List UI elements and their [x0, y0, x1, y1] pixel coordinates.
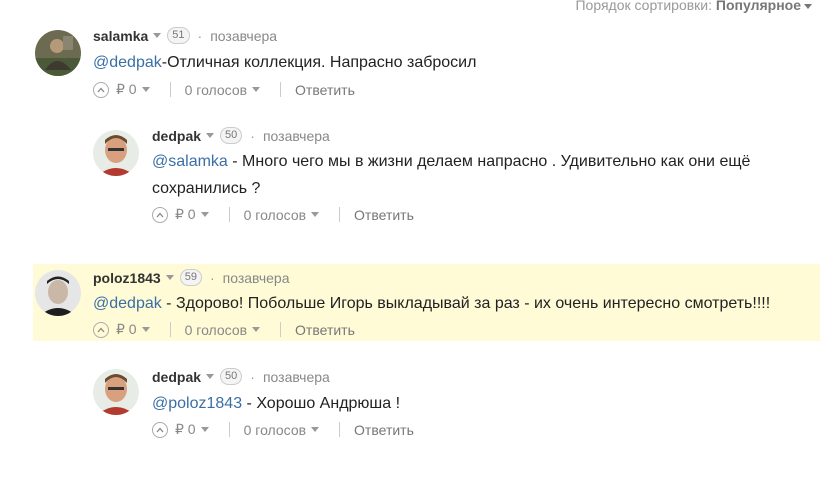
mention-link[interactable]: @dedpak: [93, 54, 162, 71]
comment-body: - Здорово! Побольше Игорь выкладывай за …: [161, 295, 771, 312]
comment-body: - Много чего мы в жизни делаем напрасно …: [152, 153, 751, 197]
votes-count[interactable]: 0 голосов: [185, 82, 247, 98]
rating-badge: 51: [167, 27, 190, 44]
separator-dot: ·: [250, 127, 255, 144]
chevron-down-icon[interactable]: [206, 374, 215, 379]
divider: [280, 82, 282, 97]
chevron-down-icon[interactable]: [165, 275, 174, 280]
upvote-icon[interactable]: [152, 421, 168, 438]
comment-text: @poloz1843 - Хорошо Андрюша !: [152, 390, 400, 417]
comment-text: @salamka - Много чего мы в жизни делаем …: [152, 148, 792, 202]
divider: [339, 422, 341, 437]
author-name[interactable]: poloz1843: [93, 270, 161, 286]
separator-dot: ·: [197, 27, 203, 44]
chevron-down-icon[interactable]: [311, 427, 320, 432]
avatar[interactable]: [93, 130, 139, 176]
chevron-down-icon[interactable]: [311, 212, 320, 217]
upvote-icon[interactable]: [152, 206, 168, 223]
comment-body: - Хорошо Андрюша !: [242, 395, 401, 412]
chevron-down-icon[interactable]: [200, 427, 209, 432]
divider: [169, 82, 171, 97]
comment-text: @dedpak-Отличная коллекция. Напрасно заб…: [93, 49, 476, 76]
timestamp[interactable]: позавчера: [263, 128, 330, 144]
mention-link[interactable]: @dedpak: [93, 295, 162, 312]
avatar[interactable]: [35, 30, 81, 76]
divider: [169, 322, 171, 337]
comment: salamka 51 · позавчера @dedpak-Отличная …: [0, 0, 820, 110]
donation-amount[interactable]: ₽ 0: [116, 321, 137, 338]
donation-amount[interactable]: ₽ 0: [116, 81, 137, 98]
chevron-down-icon[interactable]: [141, 87, 150, 92]
comment-body: -Отличная коллекция. Напрасно забросил: [161, 54, 477, 71]
divider: [228, 422, 230, 437]
upvote-icon[interactable]: [93, 81, 109, 98]
donation-amount[interactable]: ₽ 0: [175, 421, 196, 438]
chevron-down-icon[interactable]: [206, 133, 215, 138]
separator-dot: ·: [250, 368, 255, 385]
divider: [339, 207, 341, 222]
comment-reply: dedpak 50 · позавчера @poloz1843 - Хорош…: [0, 355, 820, 465]
chevron-down-icon[interactable]: [200, 212, 209, 217]
reply-button[interactable]: Ответить: [295, 322, 355, 338]
chevron-down-icon[interactable]: [141, 327, 150, 332]
reply-button[interactable]: Ответить: [354, 422, 414, 438]
avatar[interactable]: [93, 369, 139, 415]
separator-dot: ·: [209, 269, 215, 286]
reply-button[interactable]: Ответить: [354, 207, 414, 223]
author-name[interactable]: dedpak: [152, 369, 201, 385]
avatar[interactable]: [35, 270, 81, 316]
chevron-down-icon[interactable]: [252, 327, 261, 332]
chevron-down-icon[interactable]: [153, 33, 162, 38]
votes-count[interactable]: 0 голосов: [185, 322, 247, 338]
rating-badge: 50: [220, 127, 243, 144]
rating-badge: 59: [179, 269, 202, 286]
votes-count[interactable]: 0 голосов: [244, 207, 306, 223]
upvote-icon[interactable]: [93, 321, 109, 338]
reply-button[interactable]: Ответить: [295, 82, 355, 98]
votes-count[interactable]: 0 голосов: [244, 422, 306, 438]
divider: [228, 207, 230, 222]
timestamp[interactable]: позавчера: [210, 28, 277, 44]
mention-link[interactable]: @salamka: [152, 153, 228, 170]
donation-amount[interactable]: ₽ 0: [175, 206, 196, 223]
comment-reply: dedpak 50 · позавчера @salamka - Много ч…: [0, 110, 820, 260]
comment-text: @dedpak - Здорово! Побольше Игорь выклад…: [93, 290, 770, 317]
divider: [280, 322, 282, 337]
rating-badge: 50: [220, 368, 243, 385]
timestamp[interactable]: позавчера: [263, 369, 330, 385]
comment-highlighted: poloz1843 59 · позавчера @dedpak - Здоро…: [33, 264, 820, 341]
timestamp[interactable]: позавчера: [223, 270, 290, 286]
author-name[interactable]: dedpak: [152, 128, 201, 144]
mention-link[interactable]: @poloz1843: [152, 395, 242, 412]
chevron-down-icon[interactable]: [252, 87, 261, 92]
author-name[interactable]: salamka: [93, 28, 148, 44]
